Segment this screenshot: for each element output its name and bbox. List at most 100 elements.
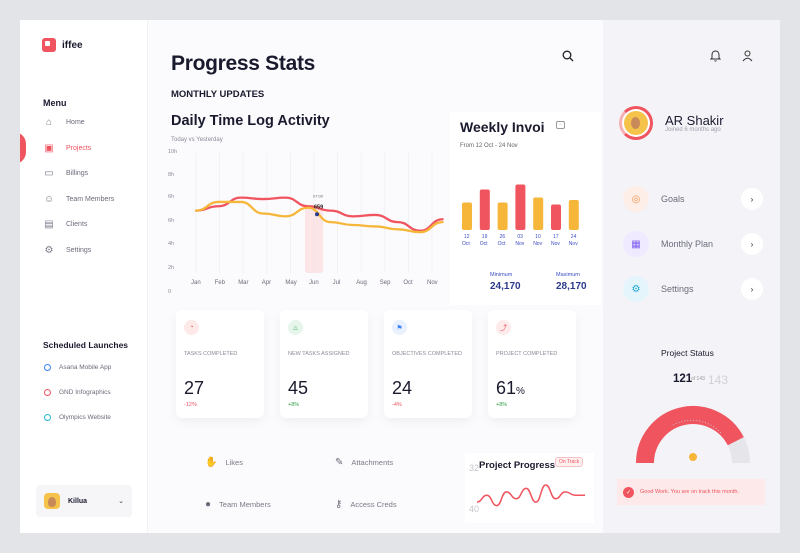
x-tick-label: Nov	[515, 241, 524, 247]
sidebar-item-team-members[interactable]: ☺ Team Members	[43, 192, 114, 206]
project-progress-title: Project Progress	[479, 460, 556, 471]
chevron-right-icon[interactable]: ›	[741, 278, 763, 300]
stat-value: 45	[288, 378, 308, 399]
team-members-link[interactable]: ● Team Members	[205, 499, 271, 510]
user-icon[interactable]	[742, 50, 753, 65]
flame-icon: ♨	[288, 320, 303, 335]
scheduled-item-label: Asana Mobile App	[59, 364, 112, 371]
sidebar-item-settings[interactable]: ⚙ Settings	[43, 243, 92, 257]
x-tick-label: Feb	[215, 280, 226, 286]
chevron-down-icon: ⌄	[118, 498, 124, 505]
project-status-total-ghost: 143	[708, 373, 729, 387]
status-dot-icon	[44, 414, 51, 421]
chevron-right-icon[interactable]: ›	[741, 233, 763, 255]
status-dot-icon	[44, 364, 51, 371]
stat-change: +8%	[288, 402, 300, 408]
y-tick-label: 6h	[168, 218, 174, 224]
monthly-plan-item[interactable]: ▦ Monthly Plan ›	[623, 230, 763, 258]
user-switcher[interactable]: Killua ⌄	[36, 485, 132, 517]
bar	[533, 197, 544, 230]
link-label: Access Creds	[350, 500, 397, 509]
scheduled-item[interactable]: Asana Mobile App	[44, 364, 111, 371]
bell-icon[interactable]	[709, 50, 722, 65]
stat-change: +8%	[496, 402, 508, 408]
link-label: Team Members	[219, 500, 271, 509]
check-icon: ✓	[623, 486, 634, 498]
chevron-right-icon[interactable]: ›	[741, 188, 763, 210]
grid-icon: ▣	[44, 142, 54, 154]
sidebar-item-label: Projects	[66, 144, 92, 152]
bar	[568, 200, 579, 230]
stat-number: 24	[392, 378, 413, 398]
stat-card-tasks-completed[interactable]: ◔ TASKS COMPLETED 27 -12%	[176, 310, 264, 418]
access-creds-link[interactable]: ⚷ Access Creds	[335, 499, 397, 510]
sidebar-item-home[interactable]: ⌂ Home	[43, 115, 85, 129]
project-status-of: of 143	[691, 376, 705, 382]
stat-label: TASKS COMPLETED	[184, 351, 238, 357]
bar	[515, 184, 526, 230]
menu-title: Menu	[43, 98, 67, 108]
goals-label: Goals	[661, 194, 685, 204]
hand-icon: ✋	[205, 457, 218, 468]
gear-icon: ⚙	[623, 276, 649, 302]
x-tick-label: Oct	[462, 241, 470, 247]
status-dot-icon	[44, 389, 51, 396]
settings-item[interactable]: ⚙ Settings ›	[623, 275, 763, 303]
x-tick-label: 19	[482, 234, 488, 240]
goals-item[interactable]: ◎ Goals ›	[623, 185, 763, 213]
chat-icon: ···	[556, 121, 565, 129]
weekly-invoices-title: Weekly Invoi	[460, 119, 545, 135]
maximum-label: Maximum	[556, 272, 580, 278]
sidebar-item-projects[interactable]: ▣ Projects	[43, 141, 91, 155]
x-tick-label: Nov	[533, 241, 542, 247]
project-status-value: 121	[673, 373, 693, 385]
scheduled-item[interactable]: GND Infographics	[44, 389, 111, 396]
sidebar: iffee Menu ⌂ Home ▣ Projects ▭ Billings …	[20, 20, 148, 533]
x-tick-label: 10	[535, 234, 541, 240]
x-tick-label: Jun	[309, 280, 319, 286]
app-frame: iffee Menu ⌂ Home ▣ Projects ▭ Billings …	[20, 20, 780, 533]
sidebar-item-clients[interactable]: ▤ Clients	[43, 217, 87, 231]
x-tick-label: 03	[517, 234, 523, 240]
person-icon: ●	[205, 499, 212, 510]
x-tick-label: Nov	[569, 241, 578, 247]
weekly-invoices-card: Weekly Invoi ··· From 12 Oct - 24 Nov 12…	[450, 112, 601, 305]
time-log-subtitle: Today vs Yesterday	[171, 137, 223, 143]
app-name: iffee	[62, 40, 83, 51]
status-message: ✓ Good Work. You are on track this month…	[617, 479, 765, 505]
stat-card-new-tasks[interactable]: ♨ NEW TASKS ASSIGNED 45 +8%	[280, 310, 368, 418]
main-content: Progress Stats MONTHLY UPDATES Daily Tim…	[148, 20, 603, 533]
search-icon[interactable]	[562, 50, 574, 65]
clock-icon: ◔	[184, 320, 199, 335]
link-label: Likes	[225, 458, 243, 467]
x-tick-label: Oct	[403, 280, 413, 286]
x-tick-label: 24	[571, 234, 577, 240]
profile-subtitle: Joined 6 months ago	[665, 127, 721, 133]
time-log-title: Daily Time Log Activity	[171, 113, 330, 129]
attachments-link[interactable]: ✎ Attachments	[335, 457, 393, 468]
likes-link[interactable]: ✋ Likes	[205, 457, 243, 468]
calendar-icon: ▦	[623, 231, 649, 257]
x-tick-label: Apr	[262, 280, 271, 286]
project-progress-card[interactable]: 32 40 Project Progress On Track	[465, 453, 594, 523]
stat-change: -12%	[184, 402, 197, 408]
stat-card-objectives[interactable]: ⚑ OBJECTIVES COMPLETED 24 -4%	[384, 310, 472, 418]
right-panel: AR Shakir Joined 6 months ago ◎ Goals › …	[603, 20, 780, 533]
sidebar-item-label: Settings	[66, 246, 92, 254]
users-icon: ☺	[43, 193, 55, 205]
scheduled-item[interactable]: Olympics Website	[44, 414, 111, 421]
x-tick-label: Aug	[356, 280, 367, 286]
profile-name: AR Shakir	[665, 113, 724, 128]
tooltip-time: 07:00	[313, 193, 324, 198]
y-tick-label: 0	[168, 289, 171, 295]
stat-suffix: %	[516, 386, 525, 397]
profile-avatar[interactable]	[619, 106, 653, 140]
paperclip-icon: ✎	[335, 457, 344, 468]
stat-card-project-completed[interactable]: ⤴ PROJECT COMPLETED 61% +8%	[488, 310, 576, 418]
user-name: Killua	[68, 497, 88, 505]
stat-value: 27	[184, 378, 204, 399]
x-tick-label: 12	[464, 234, 470, 240]
maximum-value: 28,170	[556, 281, 587, 292]
stat-change: -4%	[392, 402, 402, 408]
sidebar-item-billings[interactable]: ▭ Billings	[43, 166, 88, 180]
